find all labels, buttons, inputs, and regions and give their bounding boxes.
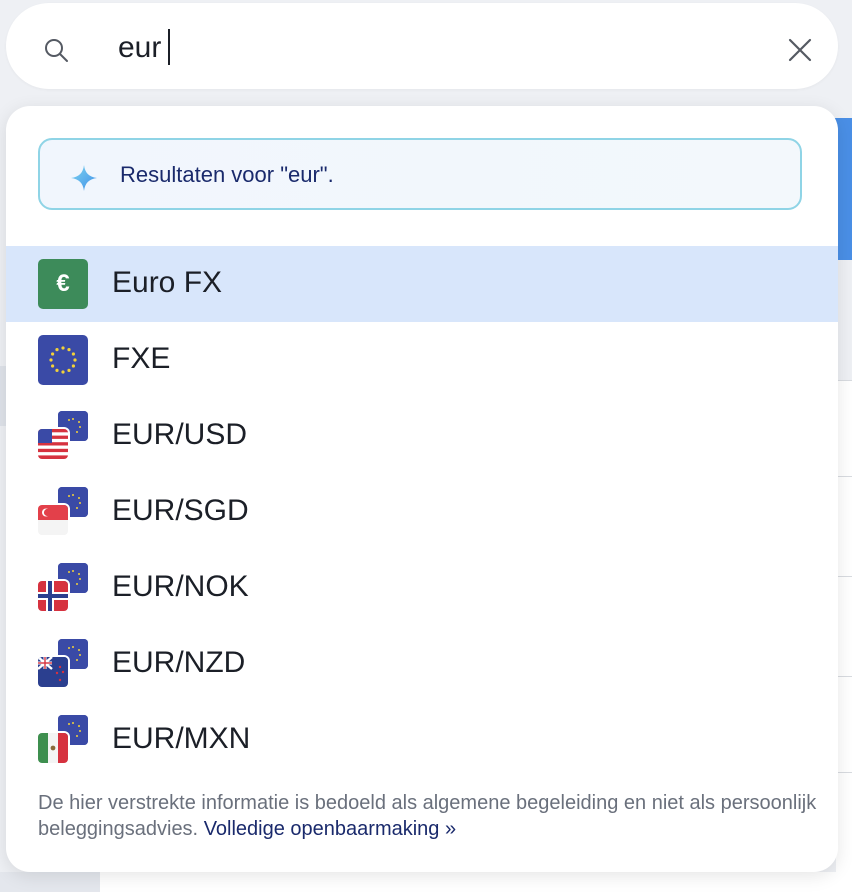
sparkle-icon — [71, 165, 97, 191]
result-item-eur-usd[interactable]: EUR/USD — [6, 398, 838, 474]
background-divider — [836, 380, 852, 381]
eur-mxn-pair-icon — [38, 715, 88, 765]
euro-sign-icon: € — [38, 259, 88, 309]
results-banner: Resultaten voor "eur". — [38, 138, 802, 210]
no-flag-icon — [38, 581, 68, 611]
full-disclosure-link[interactable]: Volledige openbaarmaking » — [204, 818, 456, 840]
search-input[interactable] — [118, 25, 718, 71]
result-item-label: Euro FX — [112, 266, 223, 299]
search-results-dropdown: Resultaten voor "eur". € Euro FX FXE EUR… — [6, 106, 838, 872]
eu-flag-icon — [38, 335, 88, 385]
result-item-eur-nok[interactable]: EUR/NOK — [6, 550, 838, 626]
mx-flag-icon — [38, 733, 68, 763]
text-caret — [168, 29, 170, 65]
euro-glyph: € — [56, 270, 70, 297]
background-divider — [836, 476, 852, 477]
result-item-label: EUR/NOK — [112, 570, 249, 603]
result-item-fxe[interactable]: FXE — [6, 322, 838, 398]
search-icon — [45, 39, 68, 62]
result-item-eur-mxn[interactable]: EUR/MXN — [6, 702, 838, 778]
result-item-eur-nzd[interactable]: EUR/NZD — [6, 626, 838, 702]
result-item-label: EUR/NZD — [112, 646, 246, 679]
background-divider — [836, 772, 852, 773]
result-item-label: EUR/MXN — [112, 722, 251, 755]
sg-flag-icon — [38, 505, 68, 535]
disclaimer: De hier verstrekte informatie is bedoeld… — [38, 790, 818, 842]
eur-sgd-pair-icon — [38, 487, 88, 537]
eur-usd-pair-icon — [38, 411, 88, 461]
search-bar — [6, 3, 838, 89]
result-item-label: EUR/USD — [112, 418, 248, 451]
result-item-eur-sgd[interactable]: EUR/SGD — [6, 474, 838, 550]
result-item-label: EUR/SGD — [112, 494, 249, 527]
background-right-panel — [836, 380, 852, 892]
us-flag-icon — [38, 429, 68, 459]
results-banner-text: Resultaten voor "eur". — [120, 162, 334, 187]
results-list: € Euro FX FXE EUR/USD EUR/SGD EUR/NOK EU… — [6, 246, 838, 778]
background-divider — [836, 576, 852, 577]
nz-flag-icon — [38, 657, 68, 687]
close-icon[interactable] — [786, 36, 814, 64]
eur-nok-pair-icon — [38, 563, 88, 613]
result-item-euro-fx[interactable]: € Euro FX — [6, 246, 838, 322]
eur-nzd-pair-icon — [38, 639, 88, 689]
background-bottom-card — [100, 872, 852, 892]
background-divider — [836, 676, 852, 677]
result-item-label: FXE — [112, 342, 171, 375]
